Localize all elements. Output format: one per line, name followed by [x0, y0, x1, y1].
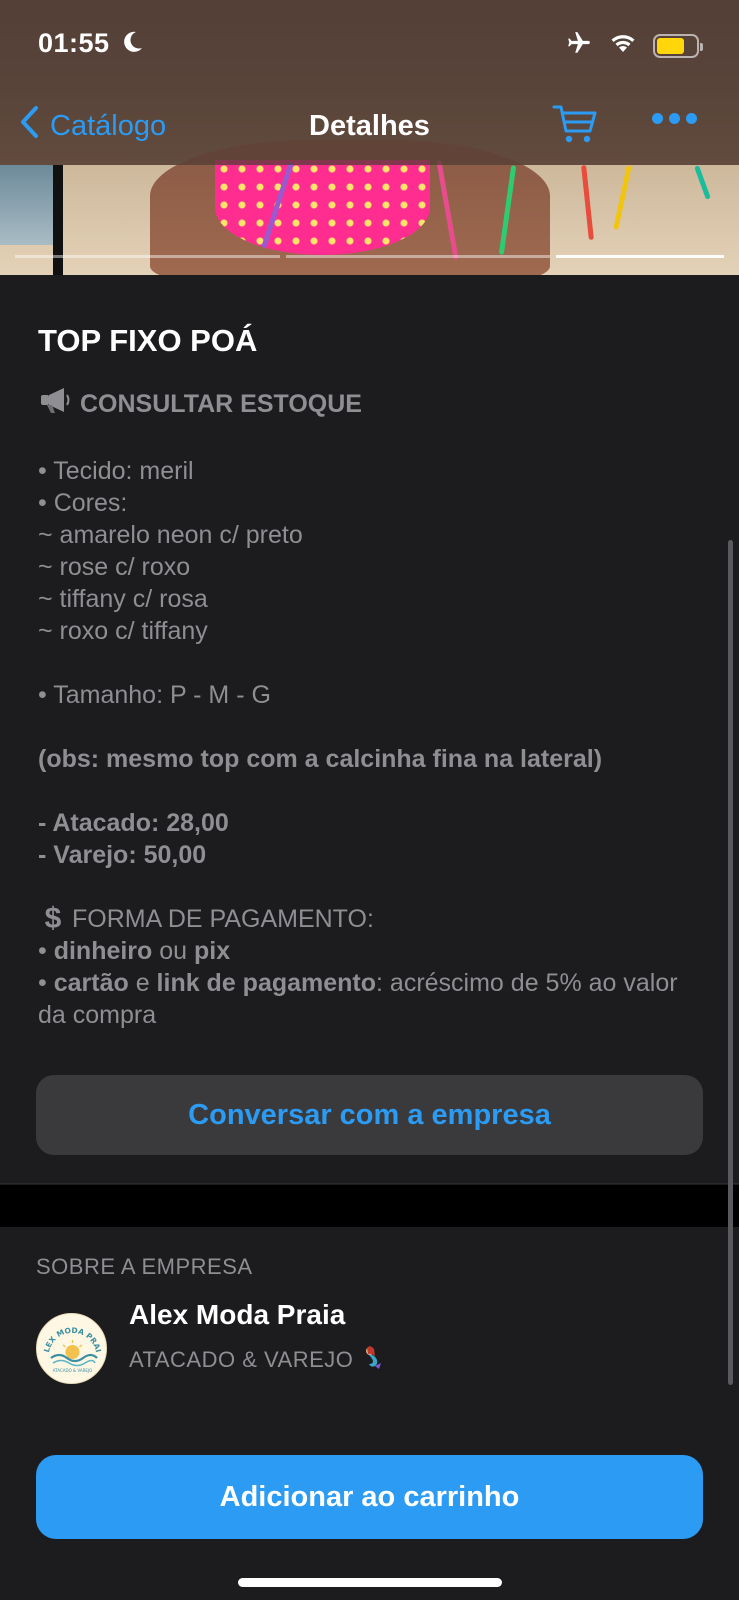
dollar-icon: $: [44, 902, 62, 935]
section-label: SOBRE A EMPRESA: [36, 1254, 253, 1279]
price-wholesale: - Atacado: 28,00: [38, 809, 229, 837]
photo-sea: [0, 165, 60, 245]
color-option: ~ amarelo neon c/ preto: [38, 521, 303, 549]
company-tagline: ATACADO & VAREJO: [129, 1344, 387, 1376]
photo-bikini: [215, 160, 430, 255]
fabric-line: • Tecido: meril: [38, 457, 194, 485]
sizes-line: • Tamanho: P - M - G: [38, 681, 271, 709]
photo-page-indicator: [15, 255, 724, 258]
logo-subtext: ATACADO & VAREJO: [53, 1368, 93, 1373]
payment-heading: $ FORMA DE PAGAMENTO:: [38, 903, 708, 935]
colors-heading: • Cores:: [38, 489, 128, 517]
product-description: CONSULTAR ESTOQUE • Tecido: meril • Core…: [38, 385, 708, 1031]
megaphone-icon: [38, 385, 72, 423]
mermaid-icon: [361, 1344, 387, 1376]
page-title: Detalhes: [309, 110, 430, 142]
battery-icon: [653, 33, 703, 58]
chat-with-company-button[interactable]: Conversar com a empresa: [36, 1075, 703, 1155]
navigation-bar: Catálogo Detalhes: [0, 95, 739, 155]
company-logo[interactable]: ALEX MODA PRAIA ATACADO & VAREJO: [36, 1313, 107, 1384]
airplane-icon: [565, 30, 593, 61]
more-button[interactable]: [652, 113, 697, 124]
add-to-cart-button[interactable]: Adicionar ao carrinho: [36, 1455, 703, 1539]
wifi-icon: [609, 32, 637, 59]
payment-line: • cartão e link de pagamento: acréscimo …: [38, 969, 678, 1029]
payment-line: • dinheiro ou pix: [38, 937, 231, 965]
moon-icon: [122, 30, 144, 59]
more-icon: [652, 113, 663, 124]
company-name[interactable]: Alex Moda Praia: [129, 1299, 345, 1331]
color-option: ~ roxo c/ tiffany: [38, 617, 208, 645]
photo-pole: [53, 165, 63, 275]
cart-icon: [552, 105, 597, 143]
stock-notice: CONSULTAR ESTOQUE: [38, 385, 708, 423]
product-name: TOP FIXO POÁ: [38, 323, 258, 358]
status-bar: 01:55: [0, 0, 739, 90]
divider: [0, 1183, 739, 1184]
status-time: 01:55: [38, 28, 110, 58]
color-option: ~ tiffany c/ rosa: [38, 585, 208, 613]
about-company-section: SOBRE A EMPRESA ALEX MODA PRAIA ATACADO …: [0, 1227, 739, 1600]
price-retail: - Varejo: 50,00: [38, 841, 207, 869]
cart-button[interactable]: [552, 103, 598, 150]
product-note: (obs: mesmo top com a calcinha fina na l…: [38, 745, 603, 773]
scrollbar[interactable]: [728, 540, 733, 1385]
product-details: TOP FIXO POÁ CONSULTAR ESTOQUE • Tecido:…: [0, 275, 739, 1185]
home-indicator[interactable]: [238, 1578, 502, 1587]
color-option: ~ rose c/ roxo: [38, 553, 191, 581]
